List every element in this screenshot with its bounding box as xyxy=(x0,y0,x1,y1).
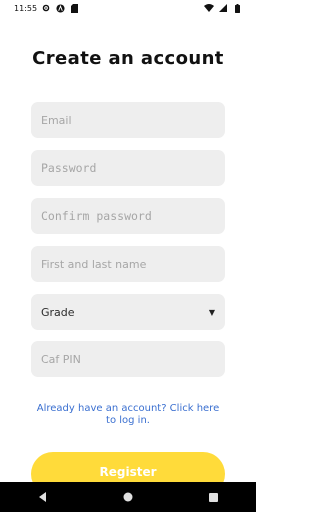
status-bar: 11:55 xyxy=(0,0,256,16)
gear-icon xyxy=(41,3,51,13)
password-placeholder: Password xyxy=(41,161,97,175)
back-icon[interactable] xyxy=(23,482,63,512)
full-name-placeholder: First and last name xyxy=(41,257,147,271)
clock: 11:55 xyxy=(14,3,38,13)
page-title: Create an account xyxy=(32,48,224,69)
caf-pin-placeholder: Caf PIN xyxy=(41,352,81,366)
wifi-icon xyxy=(204,3,214,13)
a-circle-icon xyxy=(55,3,65,13)
full-name-field[interactable]: First and last name xyxy=(31,246,225,282)
home-icon[interactable] xyxy=(108,482,148,512)
email-placeholder: Email xyxy=(41,113,72,127)
grade-select-value: Grade xyxy=(41,305,75,319)
battery-icon xyxy=(232,3,242,13)
password-field[interactable]: Password xyxy=(31,150,225,186)
grade-select[interactable]: Grade ▼ xyxy=(31,294,225,330)
confirm-password-placeholder: Confirm password xyxy=(41,209,152,223)
dropdown-arrow-icon: ▼ xyxy=(208,307,215,317)
recents-icon[interactable] xyxy=(193,482,233,512)
confirm-password-field[interactable]: Confirm password xyxy=(31,198,225,234)
caf-pin-field[interactable]: Caf PIN xyxy=(31,341,225,377)
login-link[interactable]: Already have an account? Click here to l… xyxy=(31,403,225,427)
cellular-signal-icon xyxy=(218,3,228,13)
email-field[interactable]: Email xyxy=(31,102,225,138)
navigation-bar xyxy=(0,482,256,512)
sd-card-icon xyxy=(69,3,79,13)
